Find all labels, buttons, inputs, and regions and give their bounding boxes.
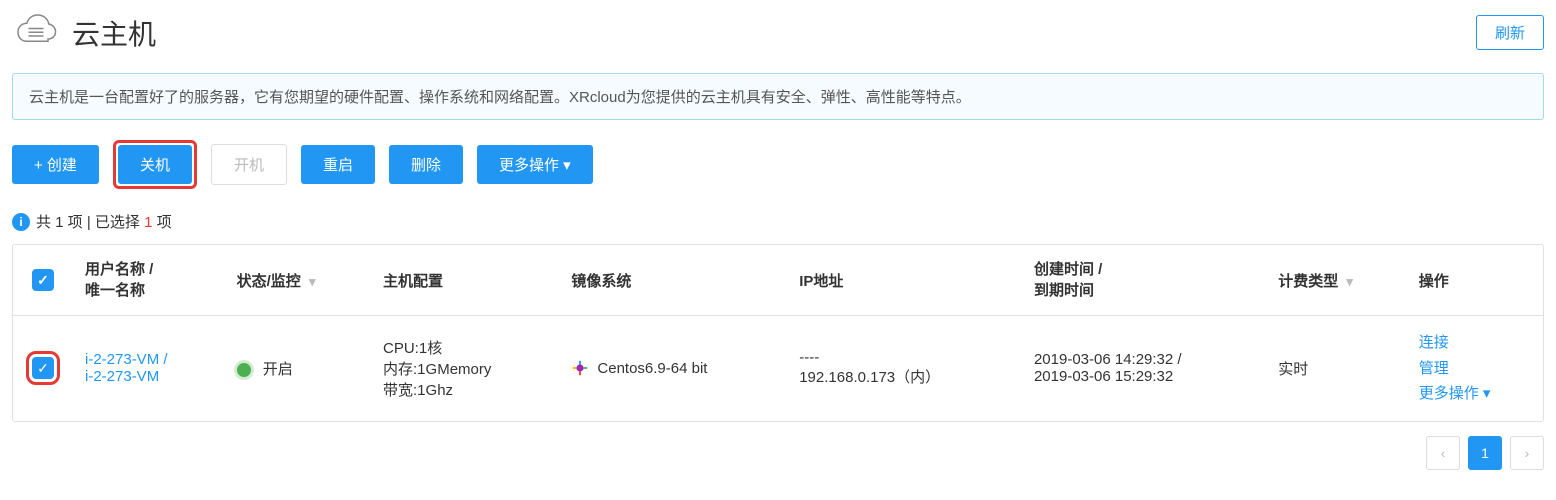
col-config: 主机配置 [371, 245, 559, 316]
shutdown-button[interactable]: 关机 [118, 145, 192, 184]
col-name: 用户名称 / 唯一名称 [73, 245, 225, 316]
col-ip: IP地址 [787, 245, 1022, 316]
billing-cell: 实时 [1266, 316, 1407, 421]
config-cell: CPU:1核 内存:1GMemory 带宽:1Ghz [371, 316, 559, 421]
status-text: 开启 [263, 361, 293, 378]
poweron-button: 开机 [211, 144, 287, 185]
cloud-icon [12, 12, 60, 53]
action-connect[interactable]: 连接 [1419, 330, 1531, 356]
time-cell: 2019-03-06 14:29:32 / 2019-03-06 15:29:3… [1022, 316, 1266, 421]
col-image: 镜像系统 [559, 245, 787, 316]
col-billing: 计费类型 ▾ [1266, 245, 1407, 316]
page-prev[interactable]: ‹ [1426, 436, 1460, 470]
delete-button[interactable]: 删除 [389, 145, 463, 184]
filter-icon[interactable]: ▾ [1346, 274, 1353, 289]
ip-cell: ---- 192.168.0.173（内） [787, 316, 1022, 421]
col-status: 状态/监控 ▾ [225, 245, 371, 316]
instance-name-link[interactable]: i-2-273-VM / [85, 351, 168, 368]
col-time: 创建时间 / 到期时间 [1022, 245, 1266, 316]
filter-icon[interactable]: ▾ [309, 274, 316, 289]
instances-table: ✓ 用户名称 / 唯一名称 状态/监控 ▾ 主机配置 镜像系统 IP地址 创建时… [12, 244, 1544, 422]
refresh-button[interactable]: 刷新 [1476, 15, 1544, 50]
action-manage[interactable]: 管理 [1419, 356, 1531, 382]
info-icon: i [12, 213, 30, 231]
instance-id-link[interactable]: i-2-273-VM [85, 368, 159, 385]
toolbar: + 创建 关机 开机 重启 删除 更多操作 [12, 140, 1544, 189]
page-1[interactable]: 1 [1468, 436, 1502, 470]
shutdown-highlight: 关机 [113, 140, 197, 189]
create-button[interactable]: + 创建 [12, 145, 99, 184]
page-next[interactable]: › [1510, 436, 1544, 470]
row-checkbox[interactable]: ✓ [32, 357, 54, 379]
action-more[interactable]: 更多操作 [1419, 381, 1531, 407]
table-row: ✓ i-2-273-VM / i-2-273-VM 开启 CPU:1核 内存:1… [13, 316, 1543, 421]
page-title: 云主机 [72, 13, 156, 53]
restart-button[interactable]: 重启 [301, 145, 375, 184]
select-all-checkbox[interactable]: ✓ [32, 269, 54, 291]
col-action: 操作 [1407, 245, 1543, 316]
more-actions-button[interactable]: 更多操作 [477, 145, 593, 184]
selection-summary: i 共 1 项 | 已选择 1 项 [12, 211, 1544, 232]
status-dot-running [237, 363, 251, 377]
info-banner: 云主机是一台配置好了的服务器，它有您期望的硬件配置、操作系统和网络配置。XRcl… [12, 73, 1544, 120]
pagination: ‹ 1 › [12, 436, 1544, 470]
image-name: Centos6.9-64 bit [597, 360, 707, 377]
centos-icon [571, 359, 589, 377]
page-title-group: 云主机 [12, 12, 156, 53]
